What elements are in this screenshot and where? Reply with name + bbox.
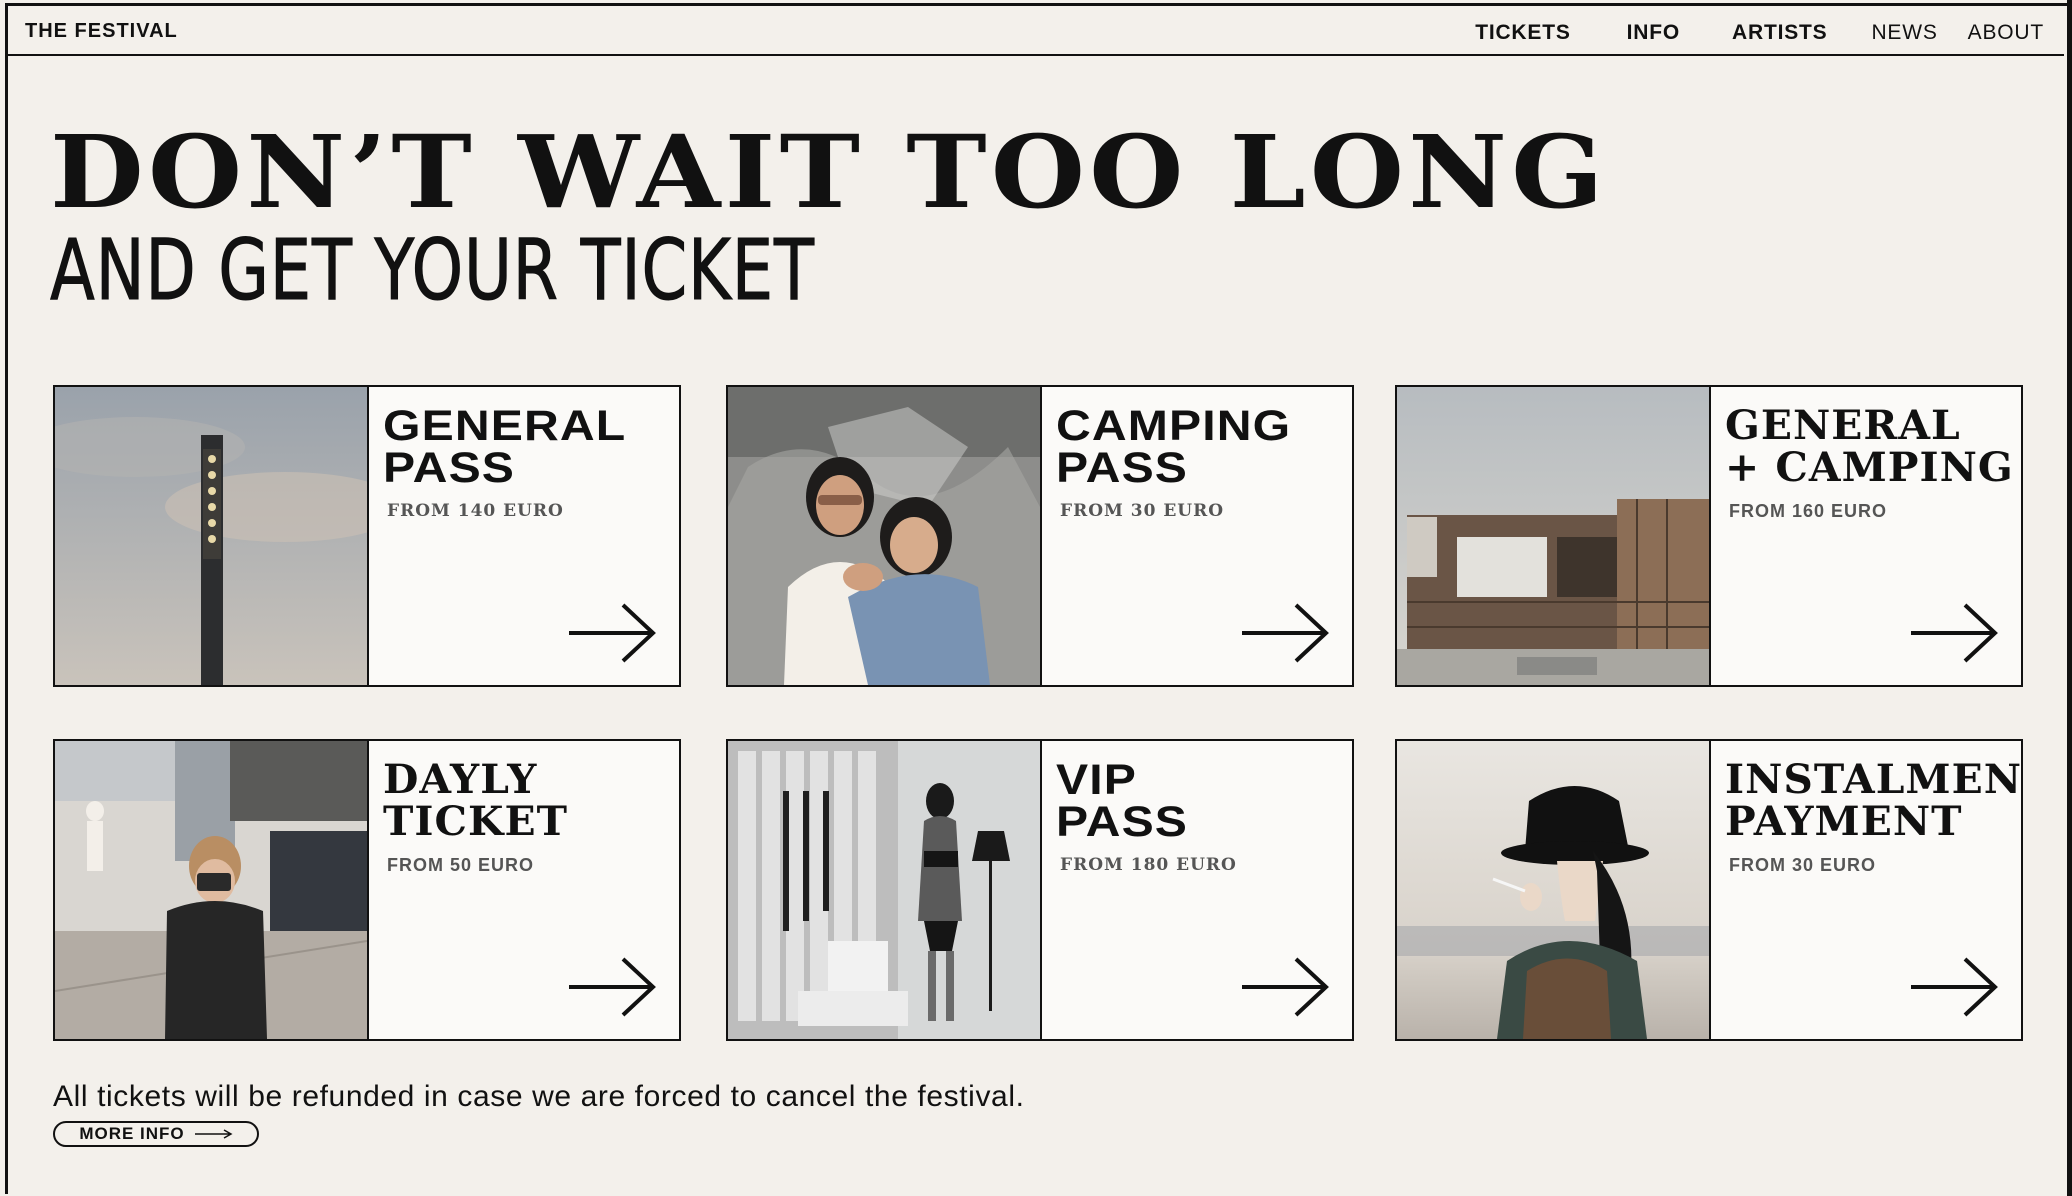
ticket-card-general-camping[interactable]: GENERAL + CAMPING FROM 160 EURO [1395,385,2023,687]
card-title: GENERAL PASS [383,402,627,492]
window-edge [2067,0,2072,1196]
arrow-right-icon[interactable] [1909,955,1999,1019]
arrow-right-icon[interactable] [1909,601,1999,665]
card-title: VIP PASS [1056,756,1189,846]
arrow-right-icon[interactable] [567,601,657,665]
brand-logo[interactable]: THE FESTIVAL [25,20,178,43]
ticket-card-camping-pass[interactable]: CAMPING PASS FROM 30 EURO [726,385,1354,687]
ticket-card-instalment-payment[interactable]: INSTALMENT PAYMENT FROM 30 EURO [1395,739,2023,1041]
more-info-label: MORE INFO [79,1124,185,1143]
card-price: FROM 30 EURO [1060,501,1225,521]
card-price: FROM 160 EURO [1729,501,1888,521]
arrow-right-icon[interactable] [1240,955,1330,1019]
woman-hat-photo-icon [1397,741,1711,1039]
card-price: FROM 180 EURO [1060,855,1237,875]
arrow-right-icon[interactable] [1240,601,1330,665]
camera-kid-photo-icon [55,741,369,1039]
friends-photo-icon [728,387,1042,685]
nav-about[interactable]: ABOUT [1968,21,2044,45]
card-title: GENERAL + CAMPING [1725,402,2014,491]
main-menu: TICKETS INFO ARTISTS NEWS ABOUT [1419,21,2044,45]
mannequin-photo-icon [728,741,1042,1039]
refund-note: All tickets will be refunded in case we … [53,1080,1025,1113]
top-nav: THE FESTIVAL TICKETS INFO ARTISTS NEWS A… [8,6,2064,56]
hero-headline: DON’T WAIT TOO LONG [50,113,1608,231]
card-price: FROM 140 EURO [387,501,564,521]
nav-news[interactable]: NEWS [1871,21,1937,45]
ticket-card-dayly-ticket[interactable]: DAYLY TICKET FROM 50 EURO [53,739,681,1041]
card-title: INSTALMENT PAYMENT [1725,756,2023,845]
nav-info[interactable]: INFO [1627,21,1680,45]
ticket-card-vip-pass[interactable]: VIP PASS FROM 180 EURO [726,739,1354,1041]
nav-tickets[interactable]: TICKETS [1475,21,1570,45]
hero-subhead: AND GET YOUR TICKET [50,221,815,319]
arrow-right-icon [194,1129,233,1139]
arrow-right-icon[interactable] [567,955,657,1019]
card-price: FROM 50 EURO [387,855,535,875]
card-title: CAMPING PASS [1056,402,1292,492]
building-photo-icon [1397,387,1711,685]
nav-artists[interactable]: ARTISTS [1732,21,1827,45]
card-price: FROM 30 EURO [1729,855,1877,875]
light-tower-icon [55,387,369,685]
card-title: DAYLY TICKET [383,756,568,845]
more-info-button[interactable]: MORE INFO [53,1121,259,1147]
ticket-card-general-pass[interactable]: GENERAL PASS FROM 140 EURO [53,385,681,687]
